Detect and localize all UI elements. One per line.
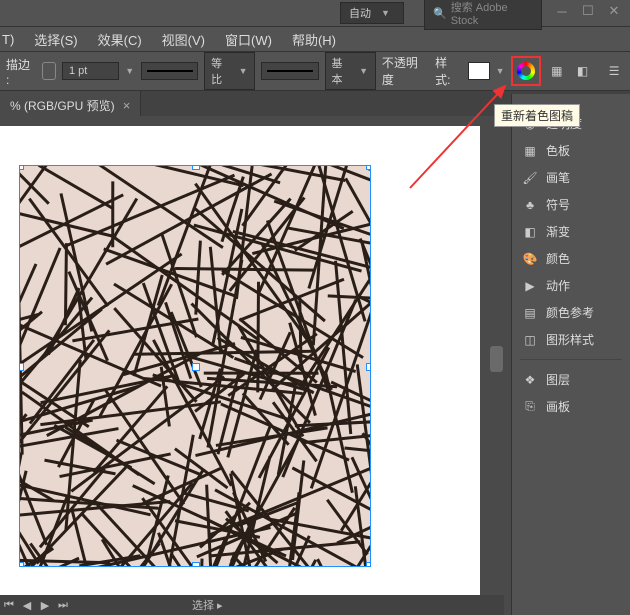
chevron-down-icon[interactable]: ▼: [496, 66, 506, 76]
graphicstyles-icon: ◫: [522, 332, 538, 348]
artboards-icon: ⎘: [522, 399, 538, 415]
maximize-button[interactable]: ☐: [580, 4, 596, 18]
colorguide-icon: ▤: [522, 305, 538, 321]
panel-layers[interactable]: ❖图层: [512, 366, 630, 393]
panel-graphic-styles[interactable]: ◫图形样式: [512, 326, 630, 353]
selection-handle[interactable]: [192, 562, 200, 566]
brush-definition[interactable]: [261, 62, 318, 80]
canvas[interactable]: [0, 126, 480, 596]
stroke-weight-input[interactable]: 1 pt: [62, 62, 119, 80]
selection-handle[interactable]: [366, 363, 370, 371]
menu-effect[interactable]: 效果(C): [98, 30, 142, 49]
workspace: [0, 116, 504, 595]
layers-icon: ❖: [522, 372, 538, 388]
panel-brushes[interactable]: 🖌画笔: [512, 164, 630, 191]
menu-window[interactable]: 窗口(W): [225, 30, 272, 49]
search-icon: 🔍: [433, 7, 447, 20]
gradient-icon: ◧: [522, 224, 538, 240]
align-button[interactable]: ▦: [547, 61, 567, 81]
panel-symbols[interactable]: ♣符号: [512, 191, 630, 218]
menu-type[interactable]: T): [2, 32, 14, 47]
recolor-artwork-button[interactable]: [511, 56, 541, 86]
stroke-label: 描边 :: [6, 56, 36, 87]
scrollbar-thumb[interactable]: [490, 346, 503, 372]
style-swatch[interactable]: [468, 62, 490, 80]
menu-help[interactable]: 帮助(H): [292, 30, 336, 49]
workspace-switcher[interactable]: 自动 ▼: [340, 2, 404, 24]
panel-color[interactable]: 🎨颜色: [512, 245, 630, 272]
swatches-icon: ▦: [522, 143, 538, 159]
style-label: 样式:: [435, 54, 462, 88]
selection-center[interactable]: [192, 363, 200, 371]
width-profile-dd[interactable]: 等比▼: [204, 52, 255, 90]
color-wheel-icon: [517, 62, 535, 80]
panel-color-guide[interactable]: ▤颜色参考: [512, 299, 630, 326]
transform-button[interactable]: ◧: [573, 61, 593, 81]
search-placeholder: 搜索 Adobe Stock: [451, 0, 533, 27]
stroke-profile[interactable]: [141, 62, 198, 80]
vertical-scrollbar[interactable]: [489, 116, 504, 595]
close-button[interactable]: ✕: [606, 4, 622, 18]
title-bar: 自动 ▼ 🔍 搜索 Adobe Stock ─ ☐ ✕: [0, 0, 630, 27]
brush-dd[interactable]: 基本▼: [325, 52, 376, 90]
minimize-button[interactable]: ─: [554, 4, 570, 18]
menu-select[interactable]: 选择(S): [34, 30, 77, 49]
opacity-label[interactable]: 不透明度: [382, 54, 429, 88]
window-controls: ─ ☐ ✕: [554, 4, 622, 18]
nav-next-icon[interactable]: ▶: [36, 599, 54, 612]
status-bar: ⏮ ◀ ▶ ⏭ 选择 ▸: [0, 595, 504, 615]
panel-dock: ◉透明度 ▦色板 🖌画笔 ♣符号 ◧渐变 🎨颜色 ▶动作 ▤颜色参考 ◫图形样式…: [511, 94, 630, 615]
panel-gradient[interactable]: ◧渐变: [512, 218, 630, 245]
nav-last-icon[interactable]: ⏭: [54, 599, 72, 612]
panel-separator: [520, 359, 622, 360]
panel-artboards[interactable]: ⎘画板: [512, 393, 630, 420]
selection-handle[interactable]: [20, 562, 24, 566]
panel-menu-button[interactable]: ☰: [604, 61, 624, 81]
search-input[interactable]: 🔍 搜索 Adobe Stock: [424, 0, 542, 30]
link-icon[interactable]: [42, 62, 56, 80]
color-icon: 🎨: [522, 251, 538, 267]
document-tab[interactable]: % (RGB/GPU 预览) ×: [0, 91, 141, 119]
selection-handle[interactable]: [20, 363, 24, 371]
selection-handle[interactable]: [20, 166, 24, 170]
chevron-down-icon: ▼: [359, 66, 369, 76]
chevron-down-icon: ▼: [381, 8, 391, 18]
tab-label: % (RGB/GPU 预览): [10, 97, 115, 114]
panel-swatches[interactable]: ▦色板: [512, 137, 630, 164]
control-bar: 描边 : 1 pt ▼ 等比▼ 基本▼ 不透明度 样式: ▼ ▦ ◧ ☰: [0, 52, 630, 91]
selection-handle[interactable]: [366, 166, 370, 170]
play-icon: ▶: [522, 278, 538, 294]
nav-prev-icon[interactable]: ◀: [18, 599, 36, 612]
menu-bar: T) 选择(S) 效果(C) 视图(V) 窗口(W) 帮助(H): [0, 27, 630, 52]
brushes-icon: 🖌: [522, 170, 538, 186]
menu-view[interactable]: 视图(V): [162, 30, 205, 49]
chevron-down-icon[interactable]: ▼: [125, 66, 135, 76]
close-icon[interactable]: ×: [123, 98, 131, 113]
panel-actions[interactable]: ▶动作: [512, 272, 630, 299]
tooltip: 重新着色图稿: [494, 104, 580, 127]
nav-first-icon[interactable]: ⏮: [0, 599, 18, 612]
chevron-down-icon: ▼: [239, 66, 249, 76]
selection-handle[interactable]: [192, 166, 200, 170]
symbols-icon: ♣: [522, 197, 538, 213]
selected-artwork[interactable]: [20, 166, 370, 566]
workspace-label: 自动: [349, 5, 371, 21]
selection-handle[interactable]: [366, 562, 370, 566]
status-selection[interactable]: 选择 ▸: [192, 597, 223, 613]
